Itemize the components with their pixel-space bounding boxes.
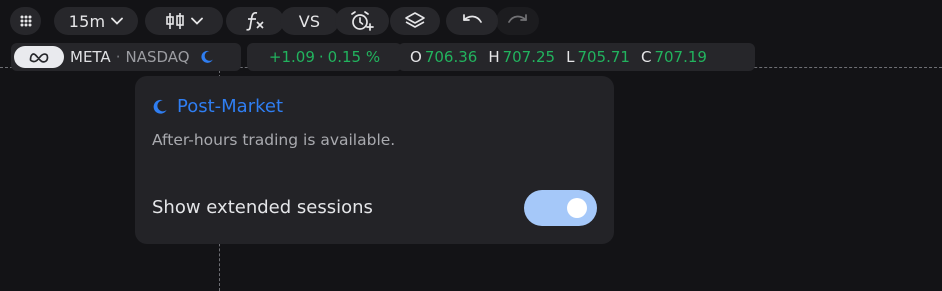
alert-button[interactable]: [335, 7, 389, 35]
popover-title: Post-Market: [177, 96, 284, 117]
low-value: 705.71: [577, 48, 630, 66]
timeframe-dropdown[interactable]: 15m: [54, 7, 138, 35]
meta-logo-icon: [29, 52, 49, 63]
symbol-chip[interactable]: META · NASDAQ: [11, 43, 241, 71]
function-icon: [246, 11, 264, 31]
popover-header: Post-Market: [152, 96, 283, 117]
popover-description: After-hours trading is available.: [152, 131, 396, 149]
alarm-add-icon: [351, 11, 374, 31]
ohlc-values: O 706.36 H 707.25 L 705.71 C 707.19: [398, 43, 755, 71]
exchange-name: NASDAQ: [125, 48, 190, 66]
meta-logo: [14, 46, 64, 68]
low-key: L: [566, 48, 575, 66]
redo-button[interactable]: [496, 7, 539, 35]
extended-sessions-toggle[interactable]: [524, 190, 597, 226]
change-separator: ·: [318, 48, 324, 66]
high-value: 707.25: [502, 48, 556, 66]
layers-button[interactable]: [390, 7, 440, 35]
toggle-knob: [567, 198, 587, 218]
change-percent: 0.15 %: [327, 48, 381, 66]
layers-icon: [405, 12, 425, 28]
extended-sessions-label: Show extended sessions: [152, 197, 373, 218]
close-value: 707.19: [654, 48, 707, 66]
chevron-down-icon: [111, 17, 124, 25]
session-popover: Post-Market After-hours trading is avail…: [135, 76, 614, 244]
high-key: H: [488, 48, 500, 66]
indicators-button[interactable]: [226, 7, 284, 35]
symbol-ticker: META: [70, 48, 111, 66]
open-key: O: [410, 48, 422, 66]
price-change: +1.09 · 0.15 %: [247, 43, 402, 71]
compare-label: VS: [298, 11, 321, 31]
moon-icon: [201, 50, 213, 63]
grip-button[interactable]: [10, 7, 41, 35]
compare-button[interactable]: VS: [280, 7, 339, 35]
timeframe-label: 15m: [68, 11, 106, 31]
moon-icon: [153, 99, 167, 114]
undo-icon: [463, 14, 482, 23]
close-key: C: [640, 48, 652, 66]
chevron-down-icon: [191, 17, 203, 25]
undo-button[interactable]: [446, 7, 498, 35]
separator-dot: ·: [115, 48, 121, 66]
change-value: +1.09: [268, 48, 315, 66]
redo-icon: [507, 14, 527, 23]
candlestick-icon: [166, 13, 184, 29]
open-value: 706.36: [424, 48, 478, 66]
grip-icon: [20, 15, 31, 27]
chart-type-dropdown[interactable]: [145, 7, 223, 35]
